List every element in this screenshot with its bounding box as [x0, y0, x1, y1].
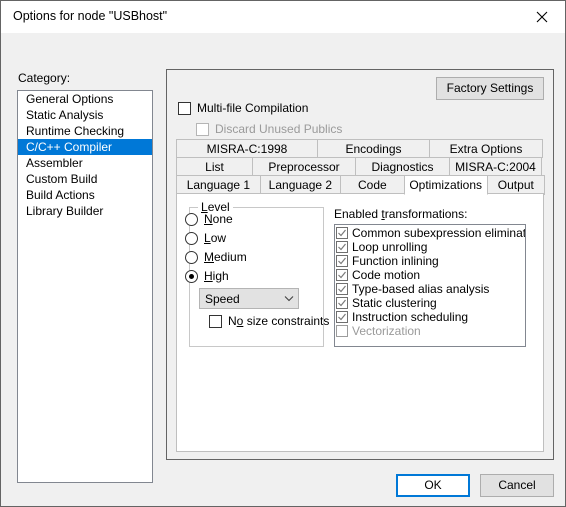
chevron-down-icon [280, 295, 298, 302]
transformation-label: Loop unrolling [352, 240, 428, 254]
tab-misra-c-2004[interactable]: MISRA-C:2004 [449, 157, 542, 176]
level-radio-none-label: None [204, 212, 233, 226]
tab-row-3: Language 1 Language 2 Code Optimizations Out… [176, 175, 546, 195]
radio-circle [185, 212, 198, 226]
tab-diagnostics[interactable]: Diagnostics [355, 157, 450, 176]
enabled-transformations-label: Enabled transformations: [334, 207, 467, 221]
no-size-constraints-label: No size constraints [228, 314, 330, 328]
category-item-6[interactable]: Build Actions [18, 187, 152, 203]
transformation-item-6[interactable]: Instruction scheduling [335, 310, 525, 324]
factory-settings-button[interactable]: Factory Settings [436, 77, 544, 100]
checkbox-box [336, 269, 348, 281]
category-item-7[interactable]: Library Builder [18, 203, 152, 219]
enabled-transformations-text: Enabled transformations: [334, 207, 468, 221]
transformation-label: Function inlining [352, 254, 439, 268]
title-bar: Options for node "USBhost" [1, 1, 565, 33]
tab-output[interactable]: Output [486, 175, 546, 195]
category-label: Category: [18, 71, 71, 85]
discard-unused-publics-label: Discard Unused Publics [215, 122, 343, 136]
close-icon[interactable] [519, 1, 565, 32]
tab-preprocessor[interactable]: Preprocessor [252, 157, 356, 176]
tab-extra-options[interactable]: Extra Options [429, 139, 543, 158]
checkbox-box [336, 311, 348, 323]
tab-row-1: MISRA-C:1998 Encodings Extra Options [176, 139, 544, 158]
window-title: Options for node "USBhost" [13, 9, 168, 23]
optimization-strategy-dropdown[interactable]: Speed [199, 288, 299, 309]
tab-encodings[interactable]: Encodings [317, 139, 430, 158]
tab-language-2[interactable]: Language 2 [259, 175, 341, 195]
category-listbox[interactable]: General Options Static Analysis Runtime Ch… [17, 90, 153, 483]
checkbox-box [196, 122, 209, 136]
tab-optimizations[interactable]: Optimizations [403, 175, 488, 195]
transformation-label: Type-based alias analysis [352, 282, 490, 296]
multi-file-compilation-label: Multi-file Compilation [197, 101, 309, 115]
tab-misra-c-1998[interactable]: MISRA-C:1998 [176, 139, 318, 158]
level-radio-none[interactable]: None [185, 212, 233, 226]
checkbox-box [178, 101, 191, 115]
transformation-label: Common subexpression elimination [352, 226, 526, 240]
transformation-item-3[interactable]: Code motion [335, 268, 525, 282]
tab-strip: MISRA-C:1998 Encodings Extra Options List P… [176, 139, 546, 195]
transformation-item-4[interactable]: Type-based alias analysis [335, 282, 525, 296]
tab-list[interactable]: List [176, 157, 253, 176]
checkbox-box [209, 314, 222, 328]
checkbox-box [336, 283, 348, 295]
transformation-label: Static clustering [352, 296, 437, 310]
tab-row-2: List Preprocessor Diagnostics MISRA-C:2004 [176, 157, 544, 176]
level-radio-high-label: High [204, 269, 229, 283]
level-radio-medium-label: Medium [204, 250, 247, 264]
category-item-1[interactable]: Static Analysis [18, 107, 152, 123]
enabled-transformations-listbox[interactable]: Common subexpression elimination Loop unr… [334, 224, 526, 347]
optimizations-tab-panel: Level None Low Medium High Speed No size… [176, 193, 544, 452]
level-radio-low-label: Low [204, 231, 227, 245]
ok-button[interactable]: OK [396, 474, 470, 497]
transformation-item-5[interactable]: Static clustering [335, 296, 525, 310]
options-dialog: Options for node "USBhost" Category: Gen… [0, 0, 566, 507]
checkbox-box [336, 325, 348, 337]
transformation-label: Code motion [352, 268, 421, 282]
category-item-4[interactable]: Assembler [18, 155, 152, 171]
transformation-label: Vectorization [352, 324, 421, 338]
transformation-item-0[interactable]: Common subexpression elimination [335, 226, 525, 240]
transformation-item-2[interactable]: Function inlining [335, 254, 525, 268]
multi-file-compilation-checkbox[interactable]: Multi-file Compilation [178, 101, 308, 115]
no-size-constraints-checkbox[interactable]: No size constraints [209, 314, 329, 328]
optimization-strategy-value: Speed [205, 291, 240, 306]
checkbox-box [336, 255, 348, 267]
tab-code[interactable]: Code [339, 175, 405, 195]
radio-circle [185, 231, 198, 245]
category-item-2[interactable]: Runtime Checking [18, 123, 152, 139]
options-panel: Factory Settings Multi-file Compilation … [166, 69, 554, 460]
level-radio-medium[interactable]: Medium [185, 250, 247, 264]
category-item-3[interactable]: C/C++ Compiler [18, 139, 152, 155]
category-item-0[interactable]: General Options [18, 91, 152, 107]
transformation-item-7[interactable]: Vectorization [335, 324, 525, 338]
discard-unused-publics-checkbox: Discard Unused Publics [196, 122, 342, 136]
radio-circle [185, 250, 198, 264]
cancel-button[interactable]: Cancel [480, 474, 554, 497]
transformation-label: Instruction scheduling [352, 310, 469, 324]
tab-language-1[interactable]: Language 1 [176, 175, 261, 195]
level-radio-low[interactable]: Low [185, 231, 226, 245]
checkbox-box [336, 227, 348, 239]
checkbox-box [336, 297, 348, 309]
level-radio-high[interactable]: High [185, 269, 229, 283]
transformation-item-1[interactable]: Loop unrolling [335, 240, 525, 254]
category-item-5[interactable]: Custom Build [18, 171, 152, 187]
radio-circle [185, 269, 198, 283]
checkbox-box [336, 241, 348, 253]
